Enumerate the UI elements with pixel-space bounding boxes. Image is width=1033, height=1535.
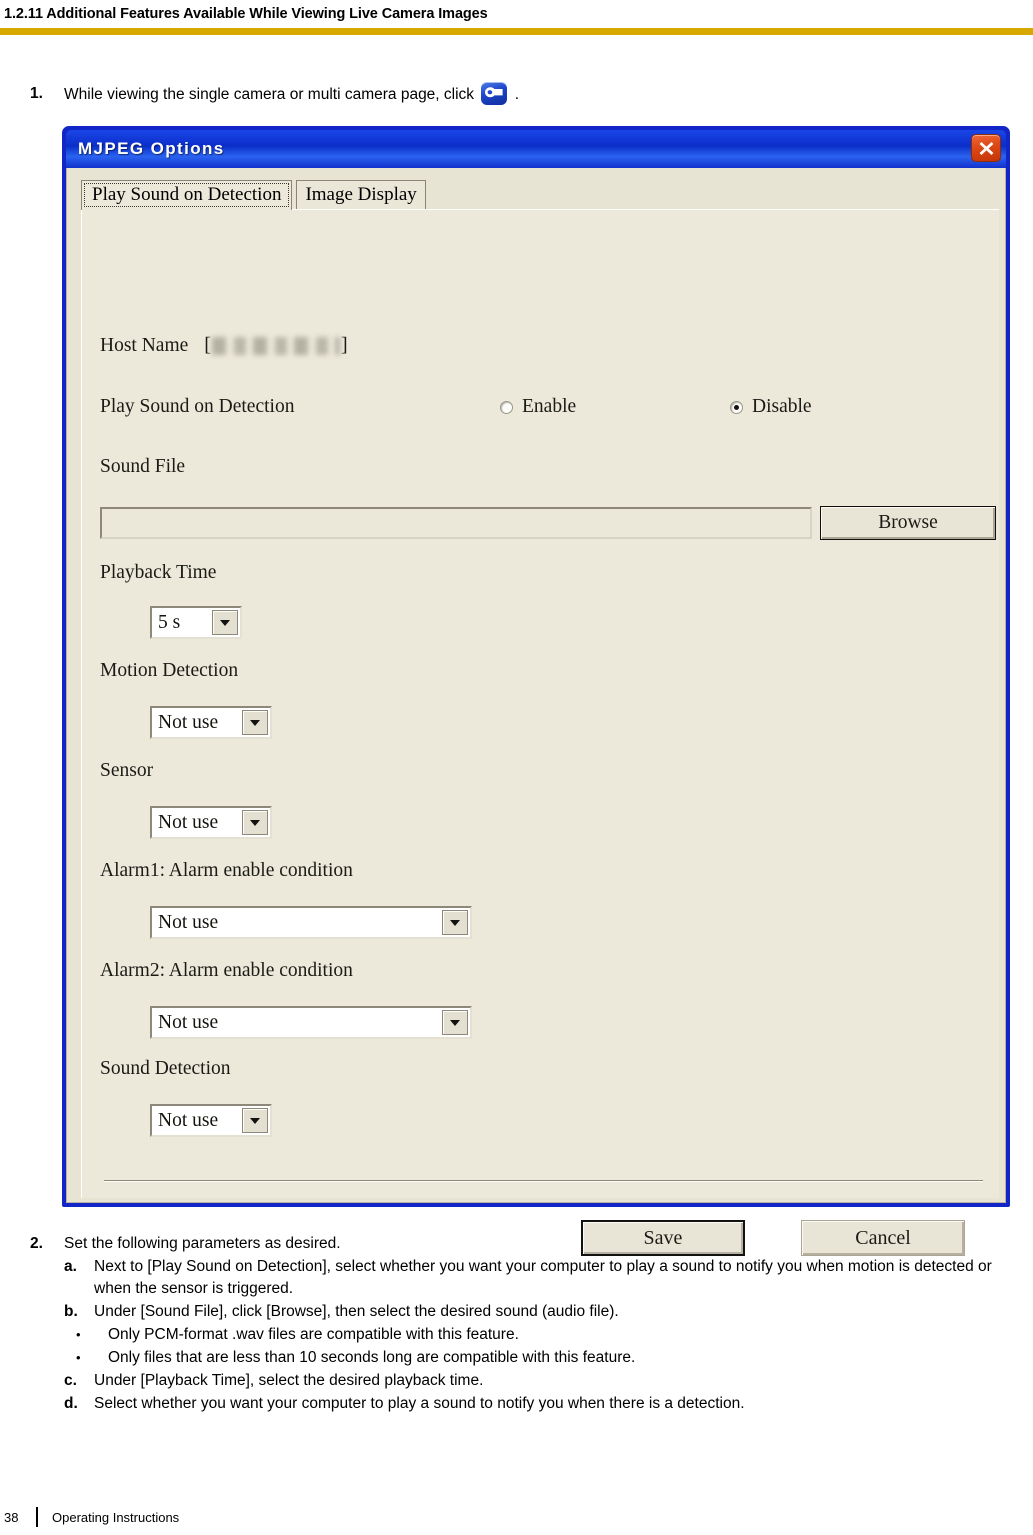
step-2-sublist-cont: c. Under [Playback Time], select the des… [64,1370,1020,1415]
dialog-tabstrip: Play Sound on Detection Image Display [67,168,1005,210]
sensor-label: Sensor [100,760,154,781]
step-2-sublist: a. Next to [Play Sound on Detection], se… [64,1256,1020,1323]
host-name-value: [ ] [204,334,347,357]
page-title: 1.2.11 Additional Features Available Whi… [4,6,488,22]
alarm2-value: Not use [158,1011,219,1033]
bracket-open: [ [204,334,211,356]
list-item: • Only PCM-format .wav files are compati… [76,1324,1020,1346]
bullet-icon: • [76,1350,81,1365]
step-1-text: While viewing the single camera or multi… [64,82,519,105]
chevron-down-icon[interactable] [442,910,468,935]
list-item: b. Under [Sound File], click [Browse], t… [64,1301,1020,1323]
sub-item-text-a: Next to [Play Sound on Detection], selec… [94,1258,992,1297]
step-2-number: 2. [30,1235,43,1252]
step-1-text-after: . [514,86,519,103]
sub-item-text-b: Under [Sound File], click [Browse], then… [94,1303,619,1320]
bracket-close: ] [340,334,348,356]
sub-item-marker-a: a. [64,1258,77,1275]
radio-disable-label: Disable [752,396,812,417]
sub-item-marker-b: b. [64,1303,78,1320]
header-rule [0,28,1033,35]
radio-disable-indicator[interactable] [730,400,743,414]
list-item: a. Next to [Play Sound on Detection], se… [64,1256,1020,1300]
motion-detection-label: Motion Detection [100,660,239,681]
host-name-row: Host Name [ ] [100,334,348,357]
radio-disable[interactable]: Disable [730,396,960,418]
sound-file-row: Browse [100,506,996,540]
sound-detection-select[interactable]: Not use [150,1104,272,1137]
chevron-down-icon[interactable] [242,810,268,835]
document-title: Operating Instructions [52,1509,180,1525]
sound-detection-label: Sound Detection [100,1058,231,1079]
play-sound-on-detection-label: Play Sound on Detection [100,396,295,417]
sub-item-text-d: Select whether you want your computer to… [94,1395,745,1412]
wrench-icon [481,82,508,105]
alarm1-label: Alarm1: Alarm enable condition [100,860,353,881]
page-footer: 38 Operating Instructions [0,1507,1033,1527]
step-2-text: Set the following parameters as desired. [64,1235,341,1252]
tab-image-display[interactable]: Image Display [296,180,426,210]
alarm2-select[interactable]: Not use [150,1006,472,1039]
host-name-label: Host Name [100,335,189,356]
chevron-down-icon[interactable] [442,1010,468,1035]
dialog-footer-divider [104,1180,983,1182]
step-1: 1. While viewing the single camera or mu… [30,82,1010,105]
step-1-text-before: While viewing the single camera or multi… [64,86,475,103]
playback-time-value: 5 s [158,611,181,633]
host-name-redacted-value [211,336,340,355]
tab-panel-play-sound-on-detection: Host Name [ ] Play Sound on Detection En… [81,209,999,1256]
motion-detection-select[interactable]: Not use [150,706,272,739]
motion-detection-value: Not use [158,711,219,733]
dialog-title: MJPEG Options [78,139,225,158]
sound-file-input[interactable] [100,507,812,539]
sub-item-text-c: Under [Playback Time], select the desire… [94,1372,484,1389]
bullet-text-1: Only PCM-format .wav files are compatibl… [108,1326,519,1343]
dialog-titlebar[interactable]: MJPEG Options [66,130,1006,168]
play-sound-on-detection-row: Play Sound on Detection Enable Disable [100,396,960,418]
sensor-value: Not use [158,811,219,833]
sub-item-marker-d: d. [64,1395,78,1412]
tab-play-sound-on-detection[interactable]: Play Sound on Detection [81,180,293,210]
bullet-text-2: Only files that are less than 10 seconds… [108,1349,636,1366]
page-header: 1.2.11 Additional Features Available Whi… [0,0,1033,35]
step-2: 2. Set the following parameters as desir… [30,1233,1020,1415]
browse-button[interactable]: Browse [820,506,996,540]
page-number: 38 [4,1509,19,1525]
mjpeg-options-dialog: MJPEG Options Play Sound on Detection Im… [62,126,1010,1256]
chevron-down-icon[interactable] [212,610,238,635]
radio-enable-indicator[interactable] [500,400,513,414]
step-1-number: 1. [30,84,43,102]
playback-time-select[interactable]: 5 s [150,606,242,639]
sensor-select[interactable]: Not use [150,806,272,839]
playback-time-label: Playback Time [100,562,217,583]
alarm1-value: Not use [158,911,219,933]
dialog-body: Play Sound on Detection Image Display Ho… [66,168,1006,1256]
chevron-down-icon[interactable] [242,1108,268,1133]
step-2-main: 2. Set the following parameters as desir… [30,1233,1020,1255]
radio-enable[interactable]: Enable [500,396,730,418]
close-icon[interactable] [971,134,1001,162]
bullet-icon: • [76,1327,81,1342]
sound-detection-value: Not use [158,1109,219,1131]
sub-item-marker-c: c. [64,1372,77,1389]
list-item: c. Under [Playback Time], select the des… [64,1370,1020,1392]
alarm1-select[interactable]: Not use [150,906,472,939]
list-item: • Only files that are less than 10 secon… [76,1347,1020,1369]
footer-divider [36,1507,38,1527]
radio-enable-label: Enable [522,396,577,417]
sound-file-label: Sound File [100,456,186,477]
alarm2-label: Alarm2: Alarm enable condition [100,960,353,981]
chevron-down-icon[interactable] [242,710,268,735]
list-item: d. Select whether you want your computer… [64,1393,1020,1415]
step-2-bullet-list: • Only PCM-format .wav files are compati… [76,1324,1020,1369]
